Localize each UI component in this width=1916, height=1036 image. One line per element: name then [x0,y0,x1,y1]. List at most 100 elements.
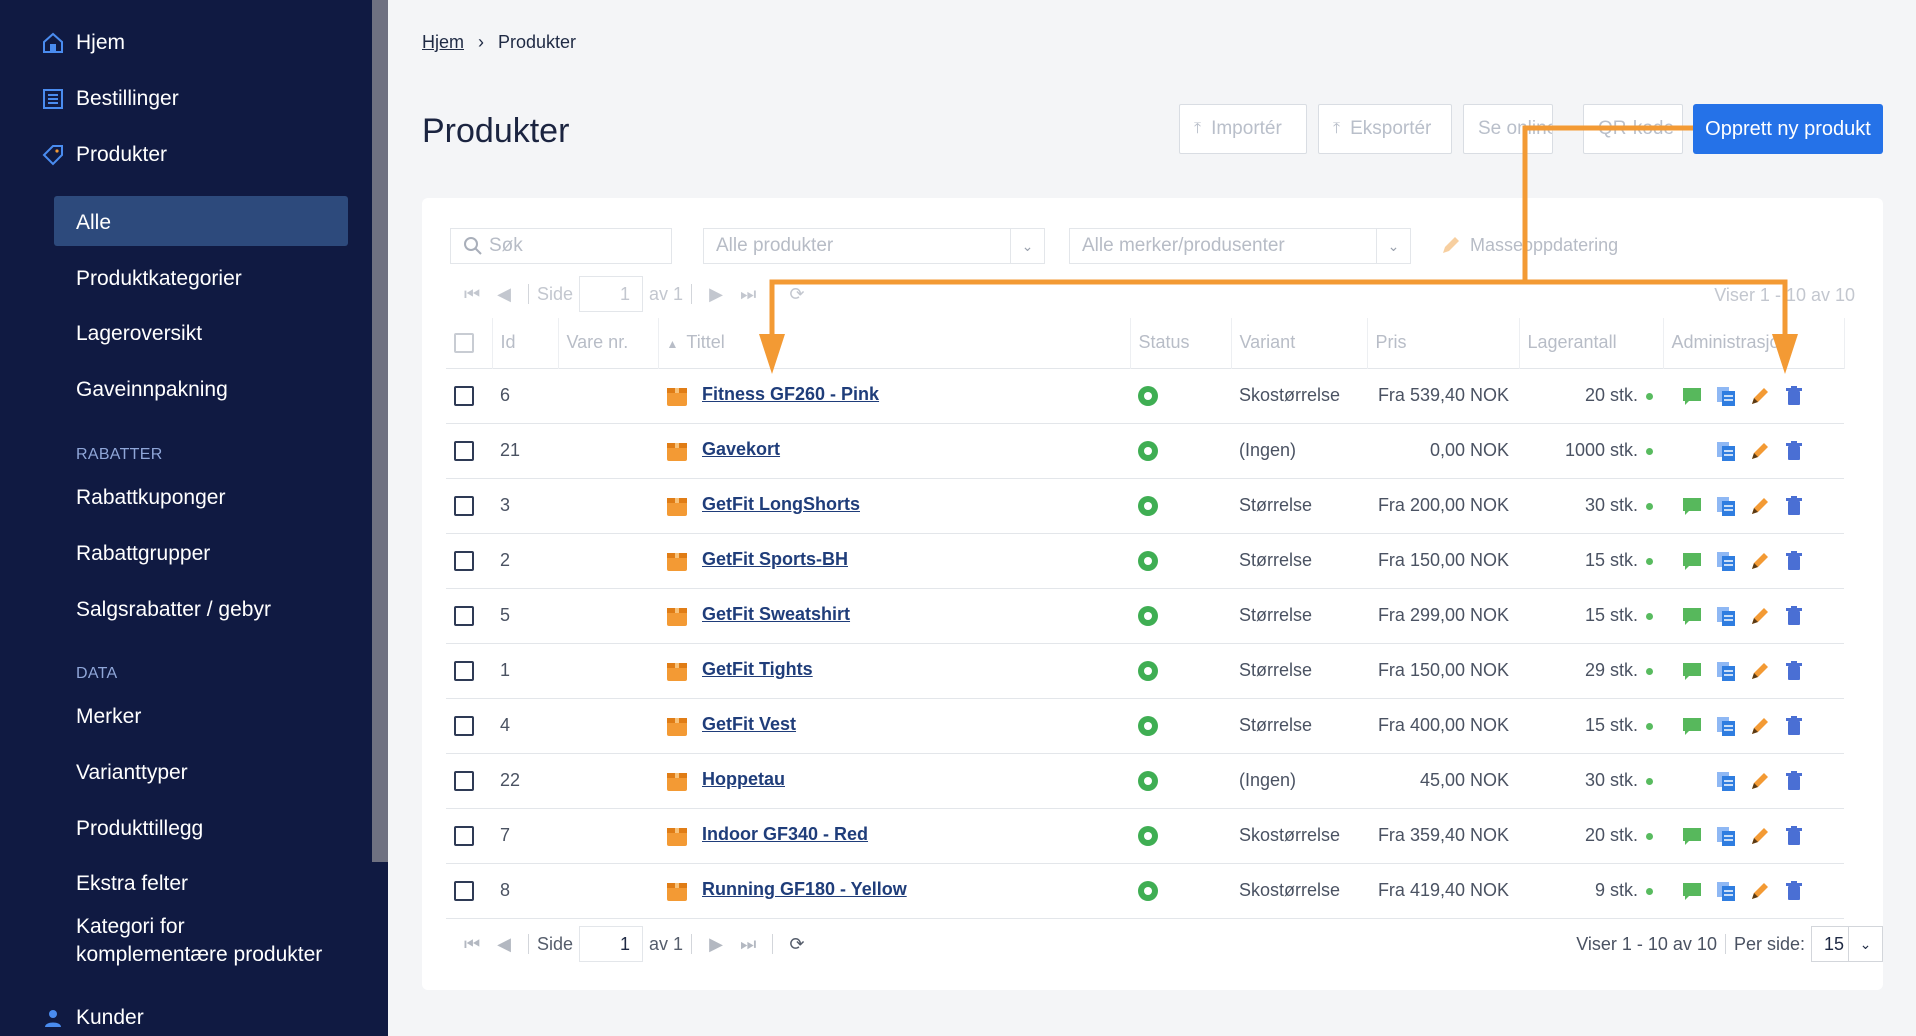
select-all-checkbox[interactable] [454,333,474,354]
edit-pencil-icon[interactable] [1749,550,1771,572]
comment-icon[interactable] [1681,715,1703,737]
prev-page-icon[interactable]: ◀ [496,934,512,955]
sidebar-item-produkttillegg[interactable]: Produkttillegg [76,817,203,841]
edit-pencil-icon[interactable] [1749,770,1771,792]
row-checkbox[interactable] [454,716,474,737]
next-page-icon[interactable]: ▶ [708,284,724,305]
status-active-icon[interactable] [1138,606,1158,627]
product-title-link[interactable]: Running GF180 - Yellow [702,879,907,899]
sidebar-scrollbar[interactable] [372,0,388,862]
trash-icon[interactable] [1783,715,1805,737]
sidebar-item-produkter[interactable]: Produkter [42,143,167,167]
row-checkbox[interactable] [454,551,474,572]
status-active-icon[interactable] [1138,386,1158,407]
copy-icon[interactable] [1715,880,1737,902]
sidebar-item-varianttyper[interactable]: Varianttyper [76,761,188,785]
status-active-icon[interactable] [1138,551,1158,572]
next-page-icon[interactable]: ▶ [708,934,724,955]
product-title-link[interactable]: Hoppetau [702,769,785,789]
sidebar-item-merker[interactable]: Merker [76,705,141,729]
row-checkbox[interactable] [454,496,474,517]
comment-icon[interactable] [1681,550,1703,572]
trash-icon[interactable] [1783,660,1805,682]
copy-icon[interactable] [1715,550,1737,572]
status-active-icon[interactable] [1138,496,1158,517]
copy-icon[interactable] [1715,825,1737,847]
trash-icon[interactable] [1783,825,1805,847]
mass-update-button[interactable]: Masseoppdatering [1440,234,1618,256]
sidebar-item-gaveinnpakning[interactable]: Gaveinnpakning [76,378,228,402]
edit-pencil-icon[interactable] [1749,605,1771,627]
trash-icon[interactable] [1783,880,1805,902]
product-title-link[interactable]: GetFit LongShorts [702,494,860,514]
sidebar-item-lageroversikt[interactable]: Lageroversikt [76,322,202,346]
sidebar-item-alle[interactable]: Alle [76,211,111,235]
column-header-vare-nr[interactable]: Vare nr. [558,318,659,368]
column-header-status[interactable]: Status [1130,318,1232,368]
trash-icon[interactable] [1783,385,1805,407]
column-header-lagerantall[interactable]: Lagerantall [1519,318,1664,368]
comment-icon[interactable] [1681,825,1703,847]
trash-icon[interactable] [1783,495,1805,517]
product-title-link[interactable]: Fitness GF260 - Pink [702,384,879,404]
sidebar-item-ekstra-felter[interactable]: Ekstra felter [76,872,188,896]
import-button[interactable]: ⤒ Importér [1179,104,1307,154]
product-title-link[interactable]: GetFit Vest [702,714,796,734]
row-checkbox[interactable] [454,606,474,627]
product-filter-select[interactable]: Alle produkter ⌄ [703,228,1045,264]
edit-pencil-icon[interactable] [1749,440,1771,462]
sidebar-item-hjem[interactable]: Hjem [43,31,125,55]
status-active-icon[interactable] [1138,441,1158,462]
status-active-icon[interactable] [1138,771,1158,792]
edit-pencil-icon[interactable] [1749,825,1771,847]
export-button[interactable]: ⤒ Eksportér [1318,104,1452,154]
column-header-tittel[interactable]: ▲ Tittel [658,318,1131,368]
edit-pencil-icon[interactable] [1749,880,1771,902]
page-number-input[interactable]: 1 [579,276,644,312]
product-title-link[interactable]: GetFit Sports-BH [702,549,848,569]
row-checkbox[interactable] [454,881,474,902]
row-checkbox[interactable] [454,386,474,407]
trash-icon[interactable] [1783,440,1805,462]
qr-code-button[interactable]: QR-kode [1583,104,1683,154]
search-input[interactable]: Søk [450,228,672,264]
first-page-icon[interactable]: ⏮ [464,934,480,955]
sidebar-item-rabattgrupper[interactable]: Rabattgrupper [76,542,210,566]
copy-icon[interactable] [1715,385,1737,407]
create-product-button[interactable]: Opprett ny produkt [1693,104,1883,154]
sidebar-item-kunder[interactable]: Kunder [45,1006,144,1030]
trash-icon[interactable] [1783,770,1805,792]
status-active-icon[interactable] [1138,881,1158,902]
row-checkbox[interactable] [454,661,474,682]
edit-pencil-icon[interactable] [1749,660,1771,682]
copy-icon[interactable] [1715,660,1737,682]
column-header-variant[interactable]: Variant [1231,318,1368,368]
row-checkbox[interactable] [454,826,474,847]
comment-icon[interactable] [1681,605,1703,627]
column-header-pris[interactable]: Pris [1367,318,1520,368]
column-header-id[interactable]: Id [492,318,559,368]
last-page-icon[interactable]: ⏭ [740,934,756,955]
per-page-select[interactable]: 15 ⌄ [1811,926,1883,962]
page-number-input[interactable]: 1 [579,926,644,962]
last-page-icon[interactable]: ⏭ [740,284,756,305]
brand-filter-select[interactable]: Alle merker/produsenter ⌄ [1069,228,1411,264]
comment-icon[interactable] [1681,495,1703,517]
refresh-icon[interactable]: ⟳ [789,934,805,955]
copy-icon[interactable] [1715,495,1737,517]
row-checkbox[interactable] [454,441,474,462]
first-page-icon[interactable]: ⏮ [464,284,480,305]
copy-icon[interactable] [1715,605,1737,627]
copy-icon[interactable] [1715,715,1737,737]
copy-icon[interactable] [1715,440,1737,462]
sidebar-item-salgsrabatter[interactable]: Salgsrabatter / gebyr [76,598,271,622]
product-title-link[interactable]: Indoor GF340 - Red [702,824,868,844]
comment-icon[interactable] [1681,660,1703,682]
status-active-icon[interactable] [1138,661,1158,682]
comment-icon[interactable] [1681,880,1703,902]
edit-pencil-icon[interactable] [1749,715,1771,737]
sidebar-item-rabattkuponger[interactable]: Rabattkuponger [76,486,225,510]
product-title-link[interactable]: GetFit Sweatshirt [702,604,850,624]
sidebar-item-produktkategorier[interactable]: Produktkategorier [76,267,242,291]
view-online-button[interactable]: Se online [1463,104,1553,154]
